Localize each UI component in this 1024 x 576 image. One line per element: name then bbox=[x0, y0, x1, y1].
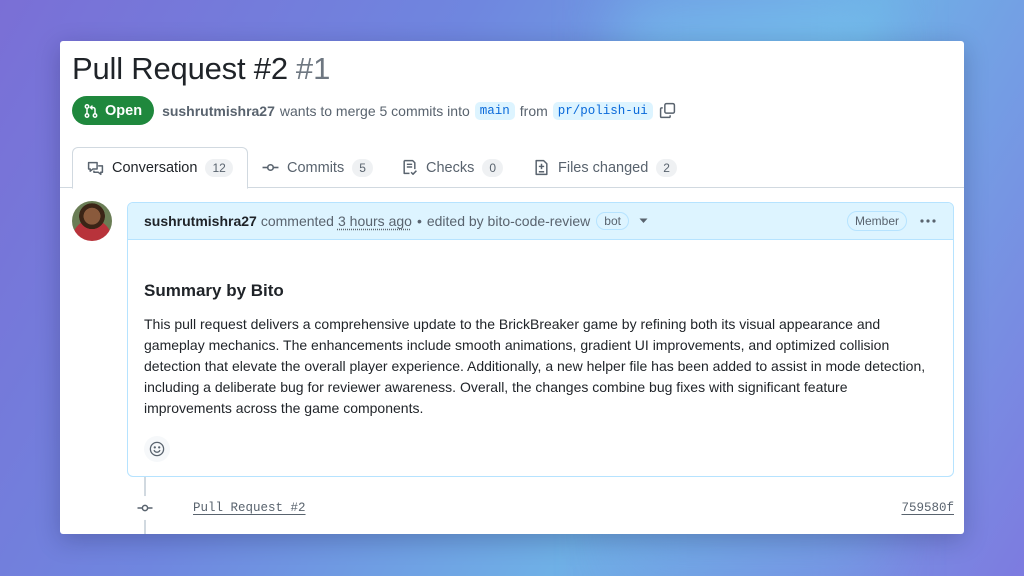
pr-tabs: Conversation 12 Commits 5 Checks 0 Files… bbox=[60, 147, 964, 189]
comment-timestamp[interactable]: 3 hours ago bbox=[338, 213, 412, 229]
page-title: Pull Request #2 bbox=[72, 51, 288, 86]
triangle-down-icon bbox=[639, 218, 648, 224]
edit-history-dropdown[interactable] bbox=[639, 218, 648, 224]
tab-label: Checks bbox=[426, 159, 475, 176]
pr-number: #1 bbox=[295, 51, 331, 86]
git-commit-icon bbox=[262, 159, 279, 176]
tab-counter: 0 bbox=[482, 158, 504, 177]
checklist-icon bbox=[401, 159, 418, 176]
commit-title-link[interactable]: Pull Request #2 bbox=[193, 501, 306, 515]
kebab-horizontal-icon bbox=[919, 218, 937, 224]
tab-label: Files changed bbox=[558, 159, 649, 176]
commit-sha-link[interactable]: 759580f bbox=[901, 501, 954, 515]
tab-label: Conversation bbox=[112, 160, 198, 176]
head-branch[interactable]: pr/polish-ui bbox=[552, 101, 653, 120]
separator: • bbox=[416, 213, 422, 229]
git-pull-request-icon bbox=[83, 103, 99, 119]
git-commit-icon bbox=[133, 496, 157, 520]
pr-title-row: Pull Request #2 #1 bbox=[72, 51, 330, 87]
comment-body: Summary by Bito This pull request delive… bbox=[128, 281, 953, 419]
tab-conversation[interactable]: Conversation 12 bbox=[72, 147, 248, 189]
bot-label: bot bbox=[596, 212, 629, 230]
comment-options-button[interactable] bbox=[919, 218, 937, 224]
comment-action: commented bbox=[260, 213, 334, 229]
tab-label: Commits bbox=[287, 159, 345, 176]
file-diff-icon bbox=[533, 159, 550, 176]
tab-commits[interactable]: Commits 5 bbox=[262, 147, 373, 188]
edited-by-text: edited by bito-code-review bbox=[426, 213, 591, 229]
comment-discussion-icon bbox=[87, 160, 104, 177]
merge-text: wants to merge 5 commits into bbox=[279, 102, 470, 119]
tab-checks[interactable]: Checks 0 bbox=[401, 147, 504, 188]
pull-request-page: Pull Request #2 #1 Open sushrutmishra27 … bbox=[60, 41, 964, 534]
merge-description: sushrutmishra27 wants to merge 5 commits… bbox=[162, 101, 653, 120]
role-label: Member bbox=[846, 211, 907, 231]
summary-heading: Summary by Bito bbox=[144, 281, 284, 300]
tab-counter: 5 bbox=[352, 158, 373, 177]
tab-counter: 2 bbox=[656, 158, 677, 177]
copy-icon[interactable] bbox=[659, 102, 676, 119]
comment-author-link[interactable]: sushrutmishra27 bbox=[144, 213, 257, 229]
tab-files-changed[interactable]: Files changed 2 bbox=[533, 147, 677, 188]
avatar[interactable] bbox=[72, 201, 112, 241]
pr-description-comment: sushrutmishra27 commented 3 hours ago • … bbox=[127, 202, 954, 477]
state-label: Open bbox=[105, 102, 143, 119]
tab-counter: 12 bbox=[205, 159, 233, 177]
pr-author-link[interactable]: sushrutmishra27 bbox=[162, 103, 275, 119]
comment-header: sushrutmishra27 commented 3 hours ago • … bbox=[128, 203, 953, 240]
base-branch[interactable]: main bbox=[474, 101, 515, 120]
pr-meta-row: Open sushrutmishra27 wants to merge 5 co… bbox=[72, 96, 676, 125]
add-reaction-button[interactable] bbox=[144, 436, 170, 462]
summary-paragraph: This pull request delivers a comprehensi… bbox=[144, 316, 926, 416]
from-text: from bbox=[519, 102, 548, 119]
state-badge: Open bbox=[72, 96, 155, 125]
smiley-icon bbox=[149, 441, 165, 457]
